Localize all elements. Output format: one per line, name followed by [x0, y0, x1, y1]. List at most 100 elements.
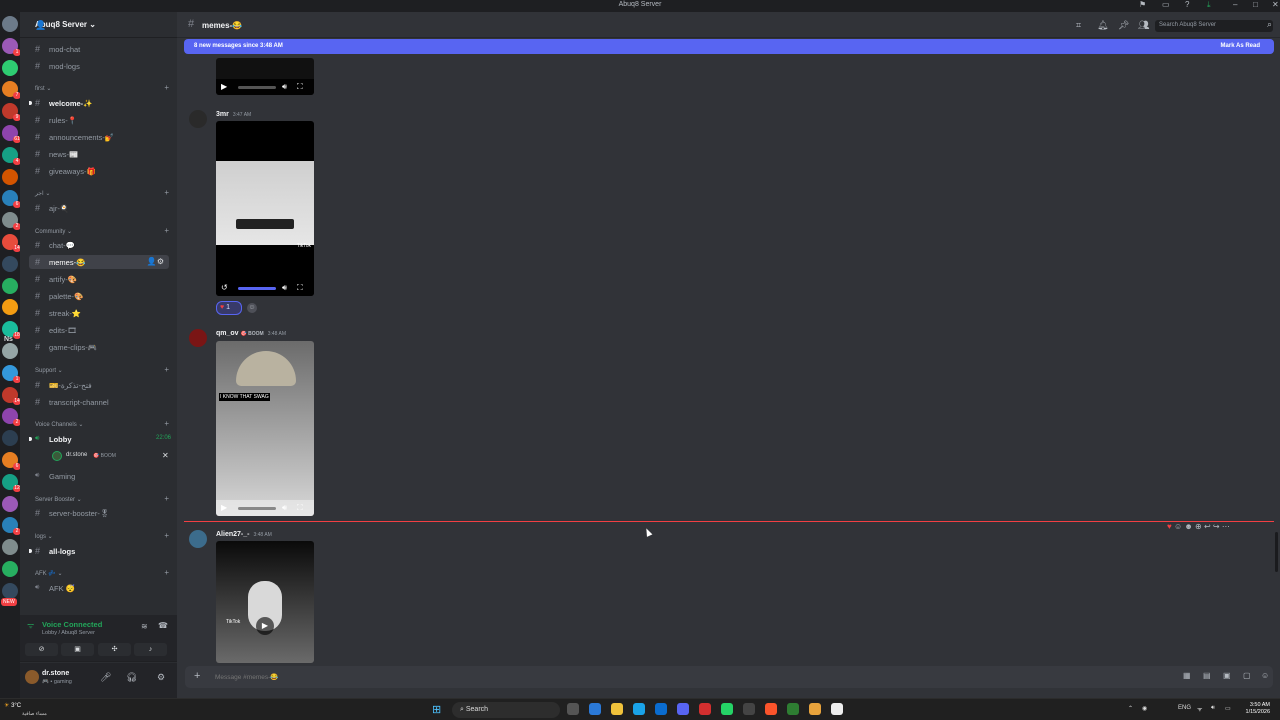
add-reaction-icon[interactable]: ☺: [247, 303, 257, 313]
app-icon[interactable]: [787, 703, 799, 715]
reply-icon[interactable]: ↩: [1204, 522, 1211, 531]
text-channel[interactable]: # welcome-✨: [20, 96, 177, 110]
voice-status[interactable]: Voice Connected: [42, 620, 102, 629]
weather-widget[interactable]: ☀ 3°C: [4, 702, 21, 709]
avatar[interactable]: [189, 329, 207, 347]
close-button[interactable]: ✕: [1272, 0, 1279, 9]
app-icon[interactable]: [589, 703, 601, 715]
server-header[interactable]: Abuq8 Server ⌄ 👤: [20, 12, 177, 38]
fullscreen-icon[interactable]: ⛶: [297, 503, 303, 513]
text-channel[interactable]: # transcript-channel: [20, 395, 177, 409]
server-icon[interactable]: [2, 582, 18, 599]
sticker-icon[interactable]: ▢: [1243, 671, 1251, 680]
play-icon[interactable]: ▶: [256, 617, 274, 635]
channel-category[interactable]: logs ⌄ +: [20, 529, 177, 543]
video-attachment[interactable]: TikTok ↺ 🔊︎ ⛶: [216, 121, 314, 296]
apps-icon[interactable]: ▦: [1183, 671, 1191, 680]
download-icon[interactable]: ⤓: [1207, 0, 1211, 10]
activities-button[interactable]: ✣: [98, 643, 131, 656]
text-channel[interactable]: # ajr-🍳: [20, 201, 177, 215]
progress-bar[interactable]: [238, 86, 276, 89]
forward-icon[interactable]: ↪: [1213, 522, 1220, 531]
play-icon[interactable]: ▶: [221, 503, 227, 512]
create-channel-icon[interactable]: +: [164, 188, 169, 197]
app-icon[interactable]: [699, 703, 711, 715]
help-icon[interactable]: ?: [1185, 0, 1189, 9]
notification-bell-icon[interactable]: 🔔︎: [1097, 20, 1108, 31]
notepad-icon[interactable]: [831, 703, 843, 715]
server-icon[interactable]: 6: [2, 190, 21, 209]
disconnect-icon[interactable]: ☎: [158, 621, 168, 630]
search-input[interactable]: Search Abuq8 Server: [1155, 20, 1273, 32]
server-icon[interactable]: 14: [2, 234, 21, 252]
channel-category[interactable]: Voice Channels ⌄ +: [20, 417, 177, 431]
volume-icon[interactable]: 🔊︎: [282, 503, 287, 513]
text-channel[interactable]: # announcements-💅: [20, 130, 177, 144]
server-icon[interactable]: 1: [2, 364, 21, 383]
brave-icon[interactable]: [765, 703, 777, 715]
voice-channel[interactable]: 🔊︎ Lobby 22:06: [20, 432, 177, 446]
text-channel[interactable]: # all-logs: [20, 544, 177, 558]
noise-suppression-icon[interactable]: ≋: [141, 622, 148, 631]
add-reaction-icon[interactable]: ⊕: [1195, 522, 1202, 531]
server-icon[interactable]: 4: [2, 146, 21, 165]
tray-app-icon[interactable]: ◉: [1142, 705, 1147, 712]
server-icon[interactable]: 12: [2, 473, 21, 492]
text-channel[interactable]: # memes-😂 👤⚙: [29, 255, 169, 269]
avatar[interactable]: [189, 110, 207, 128]
mark-as-read-button[interactable]: Mark As Read: [1221, 43, 1260, 49]
server-icon[interactable]: 2: [2, 517, 21, 536]
camera-button[interactable]: ⊘: [25, 643, 58, 656]
tray-chevron-icon[interactable]: ⌃: [1128, 705, 1133, 712]
fullscreen-icon[interactable]: ⛶: [297, 283, 303, 293]
edge-icon[interactable]: [633, 703, 645, 715]
voice-channel-info[interactable]: Lobby / Abuq8 Server: [42, 630, 95, 636]
taskbar-search[interactable]: ⌕ Search: [452, 702, 560, 718]
avatar[interactable]: [189, 530, 207, 548]
server-icon[interactable]: 2: [2, 212, 21, 231]
microphone-icon[interactable]: 🎤︎: [100, 672, 111, 683]
settings-gear-icon[interactable]: ⚙: [157, 672, 165, 683]
text-channel[interactable]: # mod-logs: [20, 59, 177, 73]
text-channel[interactable]: # game-clips-🎮: [20, 340, 177, 354]
server-icon[interactable]: [2, 255, 18, 272]
text-channel[interactable]: # edits-🎞: [20, 323, 177, 337]
avatar[interactable]: [25, 670, 39, 684]
server-icon[interactable]: [2, 343, 18, 359]
channel-category[interactable]: اجر ⌄ +: [20, 186, 177, 200]
text-channel[interactable]: # giveaways-🎁: [20, 164, 177, 178]
channel-category[interactable]: Server Booster ⌄ +: [20, 492, 177, 506]
gif-icon[interactable]: ▣: [1223, 671, 1231, 680]
server-icon[interactable]: 6: [2, 452, 21, 470]
volume-icon[interactable]: 🔊︎: [282, 82, 287, 92]
server-icon[interactable]: 1: [2, 37, 21, 56]
more-icon[interactable]: ⋯: [1222, 522, 1230, 531]
voice-user[interactable]: dr.stone 🎯 BOOM ✕: [20, 449, 177, 463]
upload-plus-icon[interactable]: +: [194, 670, 200, 682]
speaker-icon[interactable]: 🔊︎: [1211, 705, 1215, 712]
pinned-icon[interactable]: 📌︎: [1118, 20, 1129, 31]
channel-settings-icon[interactable]: 👤⚙: [147, 257, 164, 266]
create-channel-icon[interactable]: +: [164, 83, 169, 92]
replay-icon[interactable]: ↺: [221, 283, 228, 292]
server-icon[interactable]: [2, 495, 18, 512]
create-channel-icon[interactable]: +: [164, 494, 169, 503]
server-label[interactable]: Ns: [4, 336, 13, 343]
stream-icon[interactable]: ✕: [162, 451, 169, 460]
video-attachment[interactable]: ▶ 🔊︎ ⛶: [216, 58, 314, 95]
server-icon[interactable]: [2, 277, 18, 294]
channel-category[interactable]: first ⌄ +: [20, 81, 177, 95]
discord-icon[interactable]: [677, 703, 689, 715]
new-messages-bar[interactable]: 8 new messages since 3:48 AM Mark As Rea…: [184, 39, 1274, 54]
gift-icon[interactable]: ▤: [1203, 671, 1211, 680]
maximize-button[interactable]: □: [1253, 0, 1258, 9]
language-indicator[interactable]: ENG: [1178, 705, 1191, 711]
inbox-icon[interactable]: ⚑: [1139, 0, 1146, 9]
text-channel[interactable]: # server-booster-🎖: [20, 506, 177, 520]
text-channel[interactable]: # artify-🎨: [20, 272, 177, 286]
server-icon[interactable]: 2: [2, 408, 21, 427]
text-channel[interactable]: # palette-🎨: [20, 289, 177, 303]
chrome-icon[interactable]: [809, 703, 821, 715]
whatsapp-icon[interactable]: [721, 703, 733, 715]
heart-reaction-icon[interactable]: ♥: [1167, 522, 1172, 531]
